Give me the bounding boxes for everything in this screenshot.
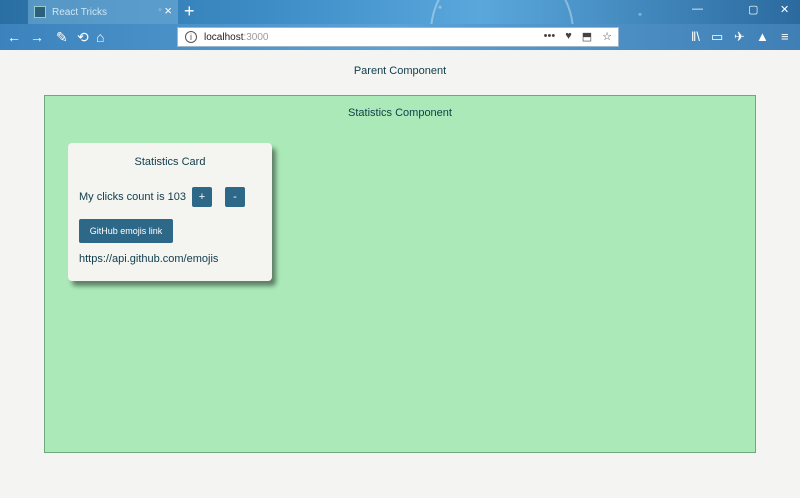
decrement-button[interactable]: - <box>225 187 245 207</box>
url-port: :3000 <box>243 31 269 43</box>
upload-icon[interactable]: ▲ <box>756 29 769 44</box>
browser-tab-strip: React Tricks × + — ▢ ✕ <box>0 0 800 104</box>
tab-close-icon[interactable]: × <box>164 4 172 18</box>
address-bar[interactable]: i localhost:3000 ••• ♥ ⬒ ☆ <box>177 27 619 47</box>
forward-arrow-icon[interactable]: → <box>30 28 44 46</box>
minimize-window-button[interactable]: — <box>692 3 703 15</box>
clicks-prefix: My clicks count is <box>79 191 165 203</box>
new-tab-button[interactable]: + <box>184 1 195 21</box>
statistics-card: Statistics Card My clicks count is 103 +… <box>68 143 272 281</box>
url-actions: ••• ♥ ⬒ ☆ <box>544 30 612 43</box>
bookmark-star-icon[interactable]: ☆ <box>602 30 612 43</box>
parent-component-title: Parent Component <box>353 65 447 77</box>
clicks-count: 103 <box>167 191 186 203</box>
sidebar-icon[interactable]: ▭ <box>711 29 723 45</box>
page-viewport: Parent Component Statistics Component St… <box>0 50 800 498</box>
wrench-icon-secondary[interactable]: ⟲ <box>77 28 89 46</box>
favicon-icon <box>34 6 46 18</box>
site-info-icon[interactable]: i <box>185 31 197 43</box>
home-icon[interactable]: ⌂ <box>96 28 104 46</box>
increment-button[interactable]: + <box>192 187 212 207</box>
clicks-row: My clicks count is 103 + - <box>79 187 245 207</box>
tab-title: React Tricks <box>52 6 108 18</box>
wrench-icon[interactable]: ✎ <box>56 28 68 46</box>
library-icon[interactable]: ǁ\ <box>691 29 700 44</box>
url-host: localhost <box>204 31 244 43</box>
pocket-icon[interactable]: ⬒ <box>582 30 592 43</box>
statistics-card-title: Statistics Card <box>134 156 206 168</box>
close-window-button[interactable]: ✕ <box>780 3 789 16</box>
api-url-text: https://api.github.com/emojis <box>79 253 219 265</box>
page-actions-icon[interactable]: ••• <box>544 30 556 43</box>
menu-icon[interactable]: ≡ <box>781 29 789 44</box>
browser-tab-active[interactable]: React Tricks × <box>28 0 178 24</box>
back-arrow-icon[interactable]: ← <box>7 28 21 46</box>
clicks-label: My clicks count is 103 <box>79 191 186 203</box>
extension-bulb-icon[interactable]: ♥ <box>565 30 572 43</box>
maximize-window-button[interactable]: ▢ <box>748 3 758 16</box>
statistics-component-title: Statistics Component <box>348 107 452 119</box>
github-emojis-link-button[interactable]: GitHub emojis link <box>79 219 173 243</box>
extension-icon[interactable]: ✈ <box>734 29 745 45</box>
statistics-component: Statistics Component Statistics Card My … <box>44 95 756 453</box>
